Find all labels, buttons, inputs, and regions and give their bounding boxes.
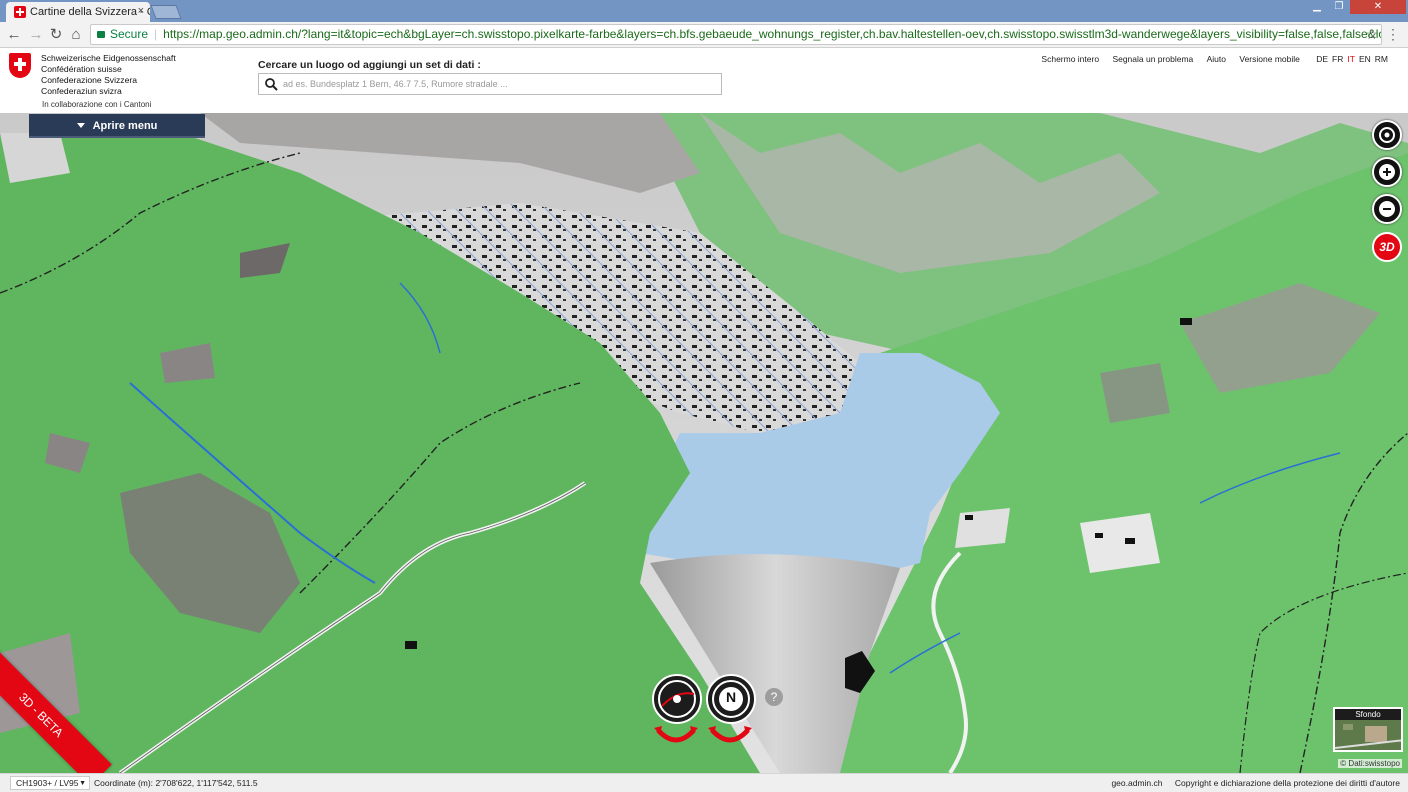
location-icon <box>1379 127 1395 143</box>
reload-icon[interactable]: ↻ <box>46 25 66 45</box>
search-input[interactable] <box>283 76 713 92</box>
building <box>405 641 417 649</box>
building <box>1095 533 1103 538</box>
confederation-name-rm: Confederaziun svizra <box>41 86 122 96</box>
security-label: Secure <box>110 27 149 41</box>
building <box>1125 538 1135 544</box>
coordinates-value: 2'708'622, 1'117'542, 511.5 <box>155 778 258 788</box>
fullscreen-link[interactable]: Schermo intero <box>1041 54 1099 64</box>
report-problem-link[interactable]: Segnala un problema <box>1112 54 1193 64</box>
zoom-out-button[interactable] <box>1372 194 1402 224</box>
bookmark-star-icon[interactable]: ☆ <box>1365 26 1378 43</box>
search-icon <box>265 78 278 91</box>
close-window-icon[interactable]: ✕ <box>1350 0 1406 14</box>
tilt-icon <box>658 680 696 718</box>
confederation-names: Schweizerische Eidgenossenschaft Confédé… <box>41 53 176 97</box>
building <box>1180 318 1192 325</box>
confederation-name-it: Confederazione Svizzera <box>41 75 138 85</box>
close-tab-icon[interactable]: × <box>138 5 144 17</box>
map-3d-view[interactable] <box>0 113 1408 773</box>
forward-arrow-icon[interactable]: → <box>26 25 46 45</box>
lang-fr[interactable]: FR <box>1332 54 1343 64</box>
open-menu-label: Aprire menu <box>92 120 158 132</box>
caret-down-icon <box>76 123 85 128</box>
chevron-down-icon: ▼ <box>79 780 86 787</box>
attribution[interactable]: © Dati:swisstopo <box>1338 759 1402 768</box>
top-links: Schermo intero Segnala un problema Aiuto… <box>1030 54 1388 64</box>
confederation-logo-block[interactable]: Schweizerische Eidgenossenschaft Confédé… <box>0 48 242 113</box>
right-slope-rock-2 <box>1100 363 1170 423</box>
url-text: https://map.geo.admin.ch/?lang=it&topic=… <box>163 27 1382 41</box>
new-tab-button[interactable] <box>150 5 182 19</box>
address-bar[interactable]: Secure | https://map.geo.admin.ch/?lang=it… <box>90 24 1382 45</box>
projection-select[interactable]: CH1903+ / LV95 ▼ <box>10 776 90 790</box>
copyright-link[interactable]: Copyright e dichiarazione della protezio… <box>1175 778 1400 788</box>
toggle-3d-button[interactable]: 3D <box>1372 232 1402 262</box>
compass-north-label: N <box>725 689 737 705</box>
minus-icon <box>1379 201 1395 217</box>
back-arrow-icon[interactable]: ← <box>4 25 24 45</box>
confederation-name-de: Schweizerische Eidgenossenschaft <box>41 53 176 63</box>
help-icon[interactable]: ? <box>765 688 783 706</box>
background-selector-label: Sfondo <box>1335 709 1401 720</box>
help-link[interactable]: Aiuto <box>1207 54 1226 64</box>
geolocation-button[interactable] <box>1372 120 1402 150</box>
background-thumbnail <box>1335 720 1401 750</box>
status-footer: CH1903+ / LV95 ▼ Coordinate (m): 2'708'6… <box>0 773 1408 792</box>
zoom-in-button[interactable] <box>1372 157 1402 187</box>
lang-en[interactable]: EN <box>1359 54 1371 64</box>
collaboration-note: In collaborazione con i Cantoni <box>42 100 152 109</box>
right-slope-clearing-2 <box>955 508 1010 548</box>
lang-rm[interactable]: RM <box>1375 54 1388 64</box>
lock-icon <box>97 31 105 38</box>
address-separator: | <box>154 27 158 41</box>
lang-it[interactable]: IT <box>1347 54 1355 64</box>
app-root: Cartine della Svizzera - C × ▁ ❐ ✕ ← → ↻… <box>0 0 1408 792</box>
tilt-control[interactable] <box>652 674 702 724</box>
plus-icon <box>1379 164 1395 180</box>
minimize-window-icon[interactable]: ▁ <box>1306 0 1328 14</box>
swiss-flag-favicon-icon <box>14 6 26 18</box>
compass-control[interactable]: N <box>706 674 756 724</box>
browser-toolbar: ← → ↻ ⌂ Secure | https://map.geo.admin.ch/… <box>0 22 1408 48</box>
search-label: Cercare un luogo od aggiungi un set di d… <box>258 59 481 71</box>
confederation-name-fr: Confédération suisse <box>41 64 122 74</box>
background-selector[interactable]: Sfondo <box>1333 707 1403 752</box>
coordinate-readout: Coordinate (m): 2'708'622, 1'117'542, 51… <box>94 778 258 788</box>
site-header: Schweizerische Eidgenossenschaft Confédé… <box>0 48 1408 113</box>
lang-de[interactable]: DE <box>1316 54 1328 64</box>
rotate-tilt-arrows-icon[interactable] <box>652 724 700 750</box>
search-box[interactable] <box>258 73 722 95</box>
swiss-crest-icon <box>9 53 31 78</box>
right-slope-clearing <box>1080 513 1160 573</box>
mobile-version-link[interactable]: Versione mobile <box>1239 54 1299 64</box>
coordinates-label: Coordinate (m): <box>94 778 154 788</box>
browser-tab[interactable]: Cartine della Svizzera - C × <box>6 2 150 22</box>
footer-links: geo.admin.ch Copyright e dichiarazione d… <box>1101 778 1400 788</box>
open-menu-button[interactable]: Aprire menu <box>29 114 205 138</box>
rotate-compass-arrows-icon[interactable] <box>706 724 754 750</box>
browser-menu-icon[interactable]: ⋮ <box>1386 26 1400 43</box>
browser-tab-strip: Cartine della Svizzera - C × ▁ ❐ ✕ <box>0 0 1408 22</box>
restore-window-icon[interactable]: ❐ <box>1328 0 1350 14</box>
building <box>965 515 973 520</box>
browser-tab-title: Cartine della Svizzera - C <box>30 6 150 18</box>
site-link[interactable]: geo.admin.ch <box>1111 778 1162 788</box>
projection-value: CH1903+ / LV95 <box>16 778 79 788</box>
home-icon[interactable]: ⌂ <box>66 25 86 45</box>
